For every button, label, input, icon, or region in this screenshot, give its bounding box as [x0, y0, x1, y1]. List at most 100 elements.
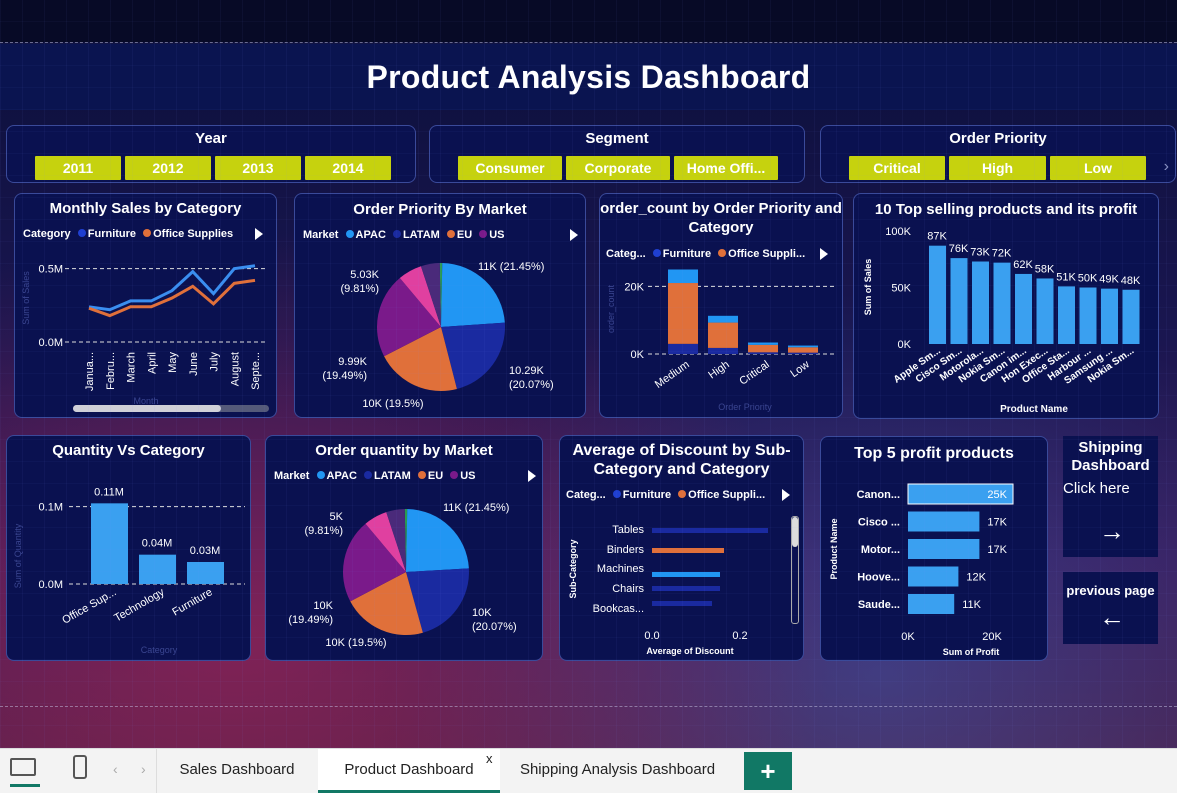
data-label: 11K	[962, 599, 981, 611]
x-tick-label: April	[146, 352, 158, 374]
y-tick-label: Cisco ...	[858, 517, 900, 529]
data-label: 48K	[1121, 275, 1141, 287]
bar-low-technology	[788, 345, 818, 348]
pie-data-label: (20.07%)	[509, 379, 554, 391]
x-tick-label: Medium	[653, 359, 692, 391]
bar-high-furniture	[708, 347, 738, 354]
top5-card: Top 5 profit products 25K Canon... 17K Cisc…	[820, 436, 1048, 661]
y-tick-label: Machines	[597, 563, 645, 575]
scrollbar-thumb[interactable]	[792, 517, 798, 547]
pie-data-label: (9.81%)	[304, 525, 343, 537]
x-tick-label: June	[188, 352, 200, 376]
bar-8	[1101, 288, 1118, 344]
y-axis-label: Sum of Quantity	[13, 523, 23, 588]
data-label: 76K	[949, 243, 969, 255]
close-icon[interactable]: x	[486, 751, 493, 766]
y-tick-label: Canon...	[857, 489, 900, 501]
pie-data-label: 5.03K	[350, 269, 379, 281]
y-tick-label: 0.1M	[39, 502, 63, 514]
tab-product-dashboard-label: Product Dashboard	[344, 761, 474, 778]
page-tab-bar: ‹ › Sales Dashboard Product Dashboard x …	[0, 748, 1177, 793]
pie-data-label: (19.49%)	[288, 614, 333, 626]
bar-0	[91, 503, 128, 584]
slicer-option-low[interactable]: Low	[1050, 156, 1146, 180]
order-count-card: order_count by Order Priority and Catego…	[599, 193, 843, 418]
monthly-sales-chart: 0.5M0.0MSum of SalesMonthJanua... Febru..…	[21, 264, 265, 406]
data-label: 58K	[1035, 263, 1055, 275]
year-slicer: Year 2011 2012 2013 2014	[6, 125, 416, 183]
previous-page-label: previous page	[1066, 583, 1155, 598]
x-tick-label: July	[209, 352, 221, 372]
bar-3	[908, 566, 959, 587]
slicer-option-2014[interactable]: 2014	[305, 156, 391, 180]
order-priority-pie: 11K (21.45%) 10.29K (20.07%) 10K (19.5%) 9.9…	[322, 261, 554, 410]
pie-data-label: 11K (21.45%)	[478, 261, 544, 273]
x-axis-label: Sum of Profit	[943, 647, 1000, 657]
chevron-right-icon[interactable]: ›	[141, 761, 146, 777]
pie-data-label: (9.81%)	[340, 283, 379, 295]
slicer-option-critical[interactable]: Critical	[849, 156, 945, 180]
bar-high-office-supplies	[708, 322, 738, 348]
slicer-option-2013[interactable]: 2013	[215, 156, 301, 180]
divider-top	[0, 42, 1177, 43]
divider-bottom	[0, 706, 1177, 707]
top10-chart: 100K50K0KSum of SalesProduct Name87KAppl…	[863, 226, 1141, 415]
x-tick-label: 0.2	[732, 630, 747, 642]
mobile-view-icon[interactable]	[73, 755, 87, 779]
tab-product-dashboard[interactable]: Product Dashboard	[318, 749, 500, 793]
scrollbar[interactable]	[73, 405, 269, 412]
page-title: Product Analysis Dashboard	[366, 58, 811, 95]
pie-data-label: 11K (21.45%)	[443, 502, 509, 514]
slicer-option-high[interactable]: High	[949, 156, 1046, 180]
desktop-view-indicator	[10, 784, 40, 787]
data-label: 62K	[1013, 259, 1033, 271]
scrollbar[interactable]	[791, 516, 799, 624]
bar-high-technology	[708, 315, 738, 323]
segment-slicer: Segment Consumer Corporate Home Offi...	[429, 125, 805, 183]
pie-slice-apac	[406, 509, 469, 572]
chevron-left-icon[interactable]: ‹	[113, 761, 118, 777]
arrow-right-icon: →	[1099, 516, 1125, 546]
scrollbar-thumb[interactable]	[73, 405, 221, 412]
pie-data-label: 10K	[472, 607, 492, 619]
bar-1	[139, 554, 176, 584]
bar-0	[929, 245, 946, 344]
bar-medium-technology	[668, 269, 698, 284]
x-axis-label: Order Priority	[718, 402, 772, 412]
bar-critical-office-supplies	[748, 344, 778, 353]
pie-data-label: 10K	[313, 600, 333, 612]
shipping-dashboard-button[interactable]: Shipping Dashboard Click here →	[1063, 436, 1158, 557]
data-label: 0.11M	[94, 486, 124, 498]
slicer-option-2011[interactable]: 2011	[35, 156, 121, 180]
chevron-right-icon[interactable]: ›	[1164, 158, 1169, 176]
y-tick-label: 0K	[898, 339, 912, 351]
priority-slicer-title: Order Priority	[949, 130, 1047, 147]
monthly-sales-card: Monthly Sales by Category Category Furni…	[14, 193, 277, 418]
slicer-option-corporate[interactable]: Corporate	[566, 156, 670, 180]
y-axis-label: Product Name	[829, 518, 839, 579]
order-qty-market-card: Order quantity by Market Market APAC LAT…	[265, 435, 543, 661]
top5-chart: 25K Canon... 17K Cisco ... 17K Motor... 12K Hoo…	[829, 483, 1014, 657]
data-label: 73K	[970, 247, 990, 259]
bar-bookcases	[652, 601, 712, 606]
tab-sales-dashboard[interactable]: Sales Dashboard	[157, 749, 317, 793]
tab-shipping-analysis-dashboard[interactable]: Shipping Analysis Dashboard	[500, 749, 735, 793]
x-axis-label: Product Name	[1000, 404, 1068, 415]
bar-critical-technology	[748, 342, 778, 345]
desktop-view-icon[interactable]	[10, 758, 36, 776]
y-tick-label: 100K	[885, 226, 911, 238]
bar-2	[187, 562, 224, 584]
slicer-option-2012[interactable]: 2012	[125, 156, 211, 180]
top10-card: 10 Top selling products and its profit 1…	[853, 193, 1159, 419]
y-tick-label: Motor...	[861, 544, 900, 556]
slicer-option-consumer[interactable]: Consumer	[458, 156, 562, 180]
previous-page-button[interactable]: previous page ←	[1063, 572, 1158, 644]
title-bar: Product Analysis Dashboard	[0, 44, 1177, 110]
slicer-option-home-office[interactable]: Home Offi...	[674, 156, 778, 180]
add-page-button[interactable]: +	[744, 752, 792, 790]
arrow-left-icon: ←	[1099, 602, 1125, 632]
data-label: 0.04M	[142, 538, 173, 550]
y-tick-label: 0K	[631, 349, 645, 361]
y-tick-label: Binders	[607, 544, 645, 556]
y-tick-label: Hoove...	[857, 572, 900, 584]
